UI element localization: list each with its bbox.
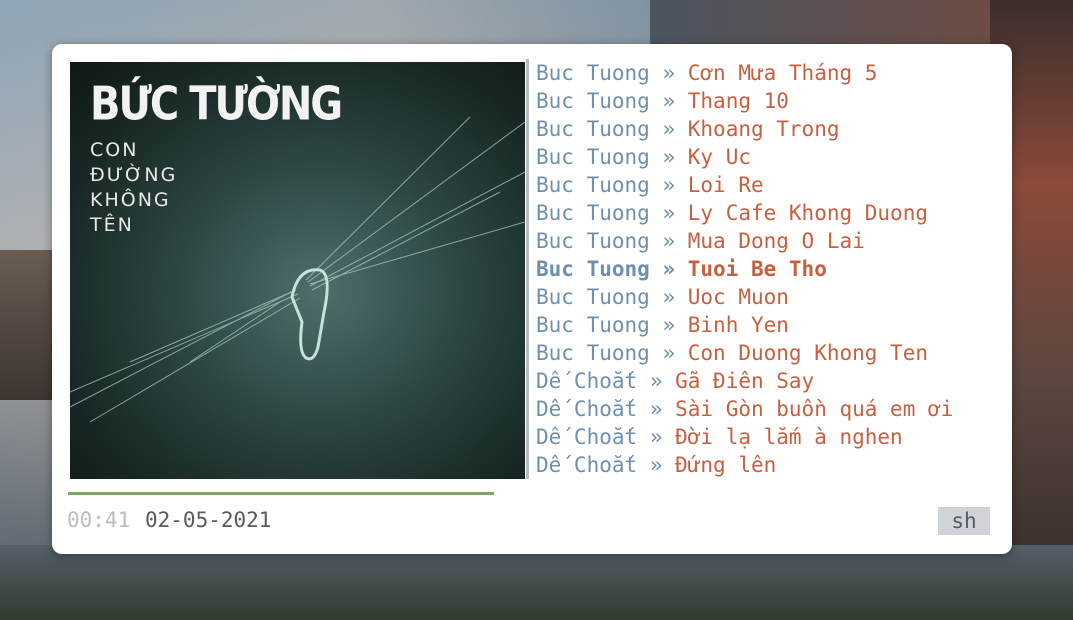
track-separator: » [662,89,676,113]
track-title: Đời lạ lắm à nghen [675,425,903,449]
track-artist: Buc Tuong [536,285,650,309]
album-subtitle-line: CON [90,139,139,161]
track-artist: Buc Tuong [536,61,650,85]
shell-button[interactable]: sh [938,507,990,535]
album-cover: BỨC TƯỜNG CON ĐƯỜNG KHÔNG TÊN [70,62,525,479]
track-artist: Buc Tuong [536,201,650,225]
playlist-item[interactable]: Buc Tuong » Khoang Trong [526,115,996,143]
track-title: Ky Uc [687,145,751,169]
background-street [0,545,1073,620]
album-subtitle-line: TÊN [90,214,134,236]
track-separator: » [662,285,676,309]
playlist-item[interactable]: Buc Tuong » Cơn Mưa Tháng 5 [526,59,996,87]
track-separator: » [662,257,676,281]
track-separator: » [662,173,676,197]
track-title: Mua Dong O Lai [687,229,865,253]
track-title: Ly Cafe Khong Duong [687,201,928,225]
track-title: Con Duong Khong Ten [687,341,928,365]
track-separator: » [662,145,676,169]
track-separator: » [662,341,676,365]
playlist-item[interactable]: Dế Choắt » Gã Điên Say [526,367,996,395]
background-building-left [0,250,60,400]
progress-bar-fill [68,492,494,495]
playlist-item[interactable]: Buc Tuong » Ly Cafe Khong Duong [526,199,996,227]
track-artist: Dế Choắt [536,369,638,393]
playlist-item[interactable]: Dế Choắt » Sài Gòn buồn quá em ơi [526,395,996,423]
track-separator: » [649,397,663,421]
track-artist: Buc Tuong [536,257,650,281]
playlist: Buc Tuong » Cơn Mưa Tháng 5 Buc Tuong » … [526,59,996,479]
playlist-item[interactable]: Buc Tuong » Uoc Muon [526,283,996,311]
music-player-window: BỨC TƯỜNG CON ĐƯỜNG KHÔNG TÊN Buc Tuong … [52,44,1012,554]
album-title: BỨC TƯỜNG [90,78,343,131]
playlist-item[interactable]: Buc Tuong » Con Duong Khong Ten [526,339,996,367]
playlist-item-now-playing[interactable]: Buc Tuong » Tuoi Be Tho [526,255,996,283]
track-title: Cơn Mưa Tháng 5 [687,61,878,85]
track-title: Khoang Trong [687,117,840,141]
track-title: Tuoi Be Tho [687,257,827,281]
track-title: Loi Re [687,173,764,197]
track-separator: » [662,201,676,225]
track-title: Sài Gòn buồn quá em ơi [675,397,954,421]
playlist-item[interactable]: Buc Tuong » Ky Uc [526,143,996,171]
track-artist: Buc Tuong [536,341,650,365]
track-artist: Buc Tuong [536,173,650,197]
track-artist: Dế Choắt [536,453,638,477]
track-separator: » [662,313,676,337]
playlist-item[interactable]: Buc Tuong » Loi Re [526,171,996,199]
track-separator: » [649,369,663,393]
playlist-item[interactable]: Dế Choắt » Đứng lên [526,451,996,479]
track-title: Gã Điên Say [675,369,815,393]
album-subtitle: CON ĐƯỜNG KHÔNG TÊN [90,138,240,238]
track-separator: » [662,117,676,141]
track-separator: » [662,61,676,85]
track-artist: Buc Tuong [536,313,650,337]
elapsed-time: 00:41 [67,508,131,532]
background-roof-top [650,0,990,44]
track-separator: » [662,229,676,253]
track-separator: » [649,425,663,449]
date-display: 02-05-2021 [145,508,272,532]
track-artist: Buc Tuong [536,117,650,141]
track-title: Đứng lên [675,453,777,477]
album-subtitle-line: KHÔNG [90,189,171,211]
track-artist: Dế Choắt [536,425,638,449]
track-title: Uoc Muon [687,285,789,309]
track-title: Binh Yen [687,313,789,337]
track-separator: » [649,453,663,477]
track-artist: Buc Tuong [536,229,650,253]
album-subtitle-line: ĐƯỜNG [90,164,178,186]
playlist-item[interactable]: Buc Tuong » Binh Yen [526,311,996,339]
track-artist: Buc Tuong [536,89,650,113]
track-title: Thang 10 [687,89,789,113]
track-artist: Buc Tuong [536,145,650,169]
progress-bar[interactable] [68,492,494,495]
playlist-item[interactable]: Dế Choắt » Đời lạ lắm à nghen [526,423,996,451]
track-artist: Dế Choắt [536,397,638,421]
playlist-item[interactable]: Buc Tuong » Mua Dong O Lai [526,227,996,255]
playlist-item[interactable]: Buc Tuong » Thang 10 [526,87,996,115]
